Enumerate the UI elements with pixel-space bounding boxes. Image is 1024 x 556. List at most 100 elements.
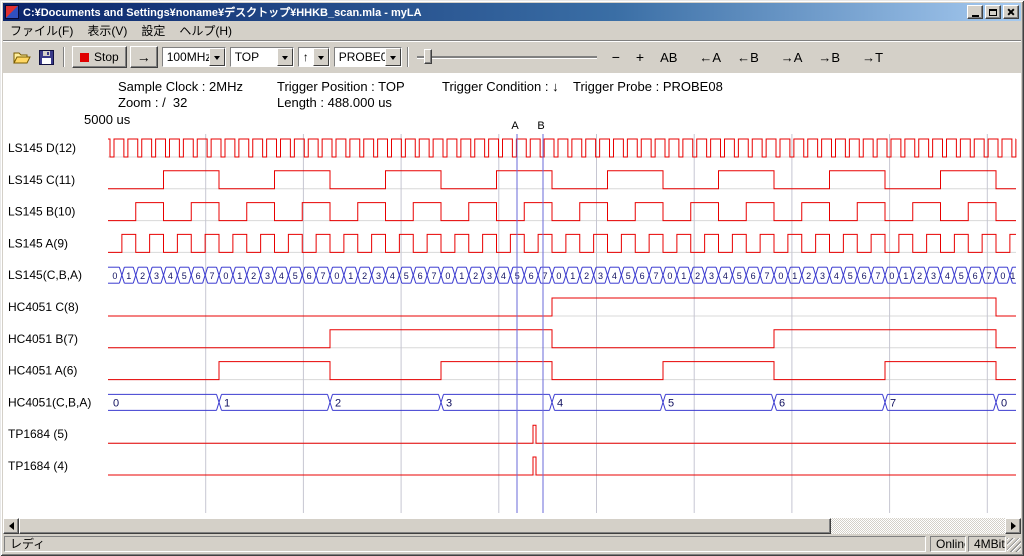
chevron-down-icon <box>390 56 396 63</box>
menu-file[interactable]: ファイル(F) <box>3 20 80 41</box>
zoom-slider[interactable] <box>417 46 597 68</box>
trigger-probe-value: PROBE00 <box>335 50 385 64</box>
waveform-area[interactable]: LS145 D(12) LS145 C(11) LS145 B(10) LS14… <box>0 73 1024 518</box>
statusbar: レディ Online 4MBit <box>3 535 1021 553</box>
bus-value: 1 <box>237 271 242 281</box>
bus-value: 2 <box>362 271 367 281</box>
trigger-position-select[interactable]: TOP <box>230 47 294 67</box>
bus-value: 6 <box>307 271 312 281</box>
bus-value: 1 <box>459 271 464 281</box>
bus-value: 7 <box>987 271 992 281</box>
bus-value: 0 <box>778 271 783 281</box>
minimize-icon <box>972 15 979 17</box>
dropdown-button[interactable] <box>385 48 401 66</box>
cursor-label-A: A <box>511 120 519 132</box>
chevron-down-icon <box>214 56 220 63</box>
bus-value: 5 <box>737 271 742 281</box>
bus-value: 4 <box>390 271 395 281</box>
horizontal-scrollbar[interactable] <box>3 518 1021 534</box>
save-floppy-icon <box>39 50 54 65</box>
bus-value: 4 <box>501 271 506 281</box>
bus-value: 4 <box>557 397 563 409</box>
stop-icon <box>80 53 89 62</box>
maximize-button[interactable] <box>985 5 1001 19</box>
bus-value: 5 <box>959 271 964 281</box>
open-button[interactable] <box>10 46 34 68</box>
sample-rate-select[interactable]: 100MHz <box>162 47 226 67</box>
bus-value: 6 <box>418 271 423 281</box>
scroll-right-button[interactable] <box>1005 518 1021 534</box>
run-arrow-icon: → <box>137 49 151 65</box>
bus-value: 3 <box>931 271 936 281</box>
menu-help[interactable]: ヘルプ(H) <box>172 20 239 41</box>
bus-value: 1 <box>570 271 575 281</box>
menu-view[interactable]: 表示(V) <box>80 20 134 41</box>
chevron-down-icon <box>282 56 288 63</box>
bus-value: 3 <box>265 271 270 281</box>
toolbar-separator <box>407 47 409 67</box>
bus-value: 1 <box>792 271 797 281</box>
waveform-trace <box>108 425 1016 443</box>
resize-grip[interactable] <box>1007 538 1021 552</box>
zoom-out-button[interactable]: − <box>609 47 623 67</box>
run-button[interactable]: → <box>130 46 158 68</box>
stop-label: Stop <box>94 50 119 64</box>
channel-label: LS145(C,B,A) <box>8 268 82 282</box>
close-icon <box>1004 6 1018 18</box>
status-online-panel: Online <box>930 536 966 552</box>
bus-value: 0 <box>223 271 228 281</box>
menubar: ファイル(F) 表示(V) 設定 ヘルプ(H) <box>3 21 1021 40</box>
dropdown-button[interactable] <box>313 48 329 66</box>
bus-value: 2 <box>335 397 341 409</box>
titlebar[interactable]: C:¥Documents and Settings¥noname¥デスクトップ¥… <box>3 3 1021 21</box>
bus-value: 1 <box>126 271 131 281</box>
bus-value: 0 <box>1001 397 1007 409</box>
bus-value: 2 <box>473 271 478 281</box>
trigger-edge-select[interactable]: ↑ <box>298 47 330 67</box>
bus-value: 7 <box>210 271 215 281</box>
cursor-label-B: B <box>537 120 544 132</box>
bus-value: 0 <box>113 397 119 409</box>
close-button[interactable] <box>1003 5 1019 19</box>
bus-value: 4 <box>168 271 173 281</box>
bus-value: 0 <box>112 271 117 281</box>
bus-value: 6 <box>973 271 978 281</box>
bus-value: 1 <box>903 271 908 281</box>
bus-value: 1 <box>348 271 353 281</box>
minimize-button[interactable] <box>967 5 983 19</box>
move-b-right-button[interactable]: →B <box>815 48 843 67</box>
channel-label: LS145 B(10) <box>8 205 75 219</box>
dropdown-button[interactable] <box>277 48 293 66</box>
app-icon <box>5 5 19 19</box>
dropdown-button[interactable] <box>209 48 225 66</box>
maximize-icon <box>989 9 997 16</box>
arrow-right-icon <box>1011 522 1020 530</box>
save-button[interactable] <box>34 46 58 68</box>
channel-label: HC4051(C,B,A) <box>8 395 91 409</box>
bus-value: 4 <box>945 271 950 281</box>
trigger-position-value: TOP <box>231 50 277 64</box>
bus-value: 0 <box>1000 271 1005 281</box>
bus-value: 1 <box>681 271 686 281</box>
scrollbar-thumb[interactable] <box>19 518 831 534</box>
menu-settings[interactable]: 設定 <box>134 20 172 41</box>
bus-value: 2 <box>140 271 145 281</box>
zoom-slider-thumb[interactable] <box>424 49 432 64</box>
online-text: Online <box>936 537 966 551</box>
bus-value: 5 <box>626 271 631 281</box>
ab-span-button[interactable]: AB <box>657 48 680 67</box>
bus-value: 0 <box>445 271 450 281</box>
move-a-left-button[interactable]: ←A <box>696 48 724 67</box>
bus-value: 2 <box>917 271 922 281</box>
trigger-edge-value: ↑ <box>299 50 313 64</box>
waveform-trace <box>108 298 1016 316</box>
zoom-in-button[interactable]: + <box>633 47 647 67</box>
move-a-right-button[interactable]: →A <box>778 48 806 67</box>
trigger-probe-select[interactable]: PROBE00 <box>334 47 402 67</box>
stop-button[interactable]: Stop <box>72 46 127 68</box>
scroll-left-button[interactable] <box>3 518 19 534</box>
bus-value: 6 <box>196 271 201 281</box>
move-b-left-button[interactable]: ←B <box>734 48 762 67</box>
goto-trigger-button[interactable]: →T <box>859 48 886 67</box>
bus-value: 0 <box>556 271 561 281</box>
